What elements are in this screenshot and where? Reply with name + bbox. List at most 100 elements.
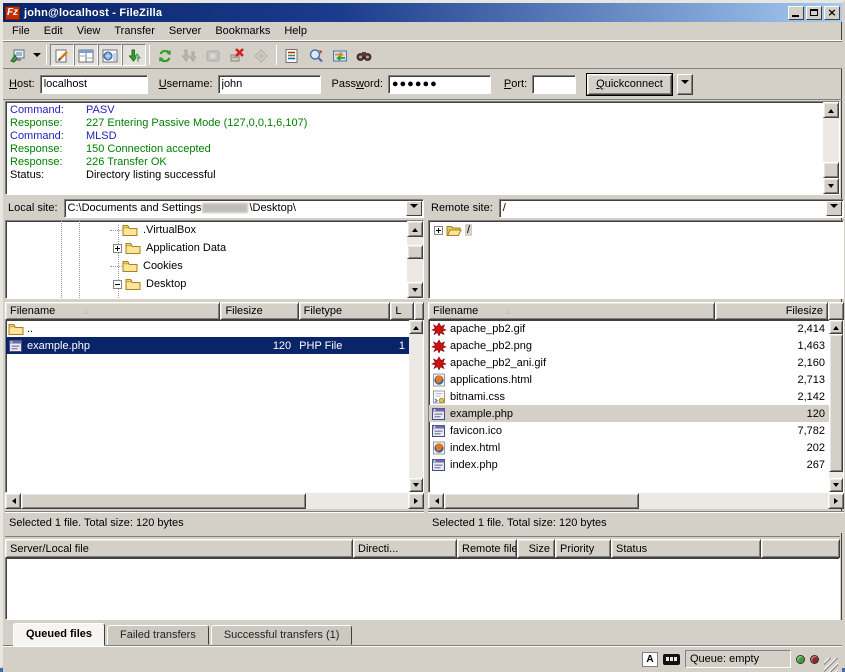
menu-help[interactable]: Help bbox=[277, 23, 314, 39]
file-row-favicon.ico[interactable]: favicon.ico7,782 bbox=[429, 422, 829, 439]
log-vertical-scrollbar[interactable] bbox=[823, 102, 839, 194]
queue-column-remote-file[interactable]: Remote file bbox=[457, 539, 517, 558]
expand-icon[interactable] bbox=[434, 226, 443, 235]
titlebar[interactable]: Fz john@localhost - FileZilla × bbox=[3, 3, 842, 22]
file-row-applications.html[interactable]: applications.html2,713 bbox=[429, 371, 829, 388]
scroll-right-button[interactable] bbox=[828, 493, 844, 509]
menu-file[interactable]: File bbox=[5, 23, 37, 39]
site-manager-dropdown[interactable] bbox=[30, 44, 43, 66]
tab-successful-transfers-1-[interactable]: Successful transfers (1) bbox=[211, 625, 353, 645]
scroll-left-button[interactable] bbox=[428, 493, 444, 509]
file-row-bitnami.css[interactable]: bitnami.css2,142 bbox=[429, 388, 829, 405]
column-header-filetype[interactable]: Filetype bbox=[299, 302, 391, 320]
tab-queued-files[interactable]: Queued files bbox=[13, 623, 105, 646]
tree-item-cookies[interactable]: Cookies bbox=[6, 257, 407, 275]
scrollbar-thumb[interactable] bbox=[21, 493, 306, 509]
remote-site-combobox[interactable]: / bbox=[499, 199, 844, 218]
remote-horizontal-scrollbar[interactable] bbox=[428, 493, 844, 509]
toggle-remote-tree-button[interactable] bbox=[98, 44, 122, 66]
toggle-remote-tree-icon bbox=[102, 48, 118, 62]
scroll-right-button[interactable] bbox=[408, 493, 424, 509]
scroll-down-button[interactable] bbox=[829, 478, 843, 492]
file-row-apache-pb2.gif[interactable]: apache_pb2.gif2,414 bbox=[429, 320, 829, 337]
tree-item-desktop[interactable]: Desktop bbox=[6, 275, 407, 293]
menu-server[interactable]: Server bbox=[162, 23, 208, 39]
site-manager-button[interactable] bbox=[6, 44, 30, 66]
tab-failed-transfers[interactable]: Failed transfers bbox=[107, 625, 209, 645]
tree-item-application-data[interactable]: Application Data bbox=[6, 239, 407, 257]
find-files-button[interactable] bbox=[352, 44, 376, 66]
tree-connector bbox=[110, 266, 122, 267]
column-header-filename[interactable]: Filename▵ bbox=[428, 302, 715, 320]
file-row-..[interactable]: .. bbox=[6, 320, 409, 337]
queue-column-status[interactable]: Status bbox=[611, 539, 761, 558]
file-modified-cell: 1 bbox=[386, 337, 409, 354]
sync-browse-button[interactable] bbox=[328, 44, 352, 66]
refresh-button[interactable] bbox=[153, 44, 177, 66]
log-line: Status:Directory listing successful bbox=[10, 169, 823, 182]
collapse-icon[interactable] bbox=[113, 280, 122, 289]
toggle-log-button[interactable] bbox=[50, 44, 74, 66]
column-header-filename[interactable]: Filename▵ bbox=[5, 302, 220, 320]
scrollbar-thumb[interactable] bbox=[823, 162, 839, 178]
log-line-label: Response: bbox=[10, 117, 86, 130]
username-input[interactable] bbox=[218, 75, 321, 94]
file-modified-cell bbox=[386, 320, 409, 337]
queue-column-priority[interactable]: Priority bbox=[555, 539, 611, 558]
chevron-down-icon[interactable] bbox=[826, 201, 842, 216]
tree-item-root[interactable]: / bbox=[429, 221, 843, 239]
queue-column-directi-[interactable]: Directi... bbox=[353, 539, 457, 558]
scroll-up-button[interactable] bbox=[823, 102, 839, 118]
file-row-example.php[interactable]: example.php120 bbox=[429, 405, 829, 422]
column-header-filesize[interactable]: Filesize bbox=[715, 302, 828, 320]
toggle-queue-button[interactable] bbox=[122, 44, 146, 66]
host-input[interactable] bbox=[40, 75, 148, 94]
tree-item--virtualbox[interactable]: .VirtualBox bbox=[6, 221, 407, 239]
local-tree-scrollbar[interactable] bbox=[407, 221, 423, 298]
chevron-down-icon[interactable] bbox=[406, 201, 422, 216]
scroll-down-button[interactable] bbox=[409, 478, 423, 492]
local-site-combobox[interactable]: C:\Documents and Settings\Desktop\ bbox=[64, 199, 424, 218]
resize-grip[interactable] bbox=[824, 658, 838, 672]
queue-column-server-local-file[interactable]: Server/Local file bbox=[5, 539, 353, 558]
file-row-index.php[interactable]: index.php267 bbox=[429, 456, 829, 473]
menu-edit[interactable]: Edit bbox=[37, 23, 70, 39]
minimize-button[interactable] bbox=[788, 6, 804, 20]
file-type-cell bbox=[295, 320, 385, 337]
column-header-l[interactable]: L bbox=[390, 302, 414, 320]
scroll-down-button[interactable] bbox=[407, 282, 423, 298]
menu-bookmarks[interactable]: Bookmarks bbox=[208, 23, 277, 39]
scrollbar-thumb[interactable] bbox=[407, 245, 423, 259]
scroll-down-button[interactable] bbox=[823, 178, 839, 194]
port-input[interactable] bbox=[532, 75, 576, 94]
remote-list-scrollbar[interactable] bbox=[829, 320, 843, 492]
password-input[interactable] bbox=[388, 75, 491, 94]
toggle-tree-button[interactable] bbox=[74, 44, 98, 66]
compare-button[interactable] bbox=[304, 44, 328, 66]
scrollbar-thumb[interactable] bbox=[829, 334, 843, 472]
quickconnect-button[interactable]: Quickconnect bbox=[587, 74, 672, 95]
file-row-index.html[interactable]: index.html202 bbox=[429, 439, 829, 456]
scrollbar-thumb[interactable] bbox=[444, 493, 639, 509]
maximize-button[interactable] bbox=[806, 6, 822, 20]
file-row-apache-pb2-ani.gif[interactable]: apache_pb2_ani.gif2,160 bbox=[429, 354, 829, 371]
queue-column-size[interactable]: Size bbox=[517, 539, 555, 558]
file-row-example.php[interactable]: example.php120PHP File1 bbox=[6, 337, 409, 354]
quickconnect-dropdown[interactable] bbox=[677, 74, 693, 95]
scroll-up-button[interactable] bbox=[409, 320, 423, 334]
menu-view[interactable]: View bbox=[70, 23, 108, 39]
menu-transfer[interactable]: Transfer bbox=[107, 23, 162, 39]
scroll-up-button[interactable] bbox=[407, 221, 423, 237]
close-button[interactable]: × bbox=[824, 6, 840, 20]
file-size-cell: 267 bbox=[716, 456, 829, 473]
local-horizontal-scrollbar[interactable] bbox=[5, 493, 424, 509]
local-list-scrollbar[interactable] bbox=[409, 320, 423, 492]
column-header-label: Filename bbox=[10, 305, 55, 317]
file-row-apache-pb2.png[interactable]: apache_pb2.png1,463 bbox=[429, 337, 829, 354]
column-header-filesize[interactable]: Filesize bbox=[220, 302, 298, 320]
scroll-up-button[interactable] bbox=[829, 320, 843, 334]
disconnect-button[interactable] bbox=[225, 44, 249, 66]
expand-icon[interactable] bbox=[113, 244, 122, 253]
filter-button[interactable] bbox=[280, 44, 304, 66]
scroll-left-button[interactable] bbox=[5, 493, 21, 509]
